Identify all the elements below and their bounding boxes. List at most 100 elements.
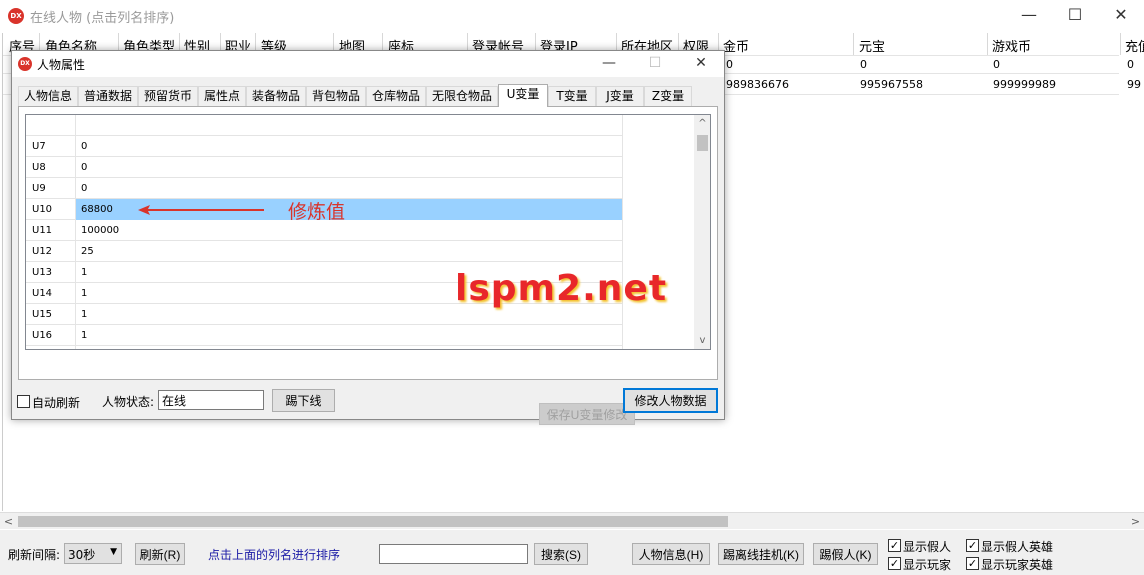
character-properties-dialog: DX 人物属性 — ☐ ✕ 人物信息 普通数据 预留货币 属性点 装备物品 背包…	[11, 50, 725, 425]
show-player-heroes-checkbox[interactable]: ✓	[966, 557, 979, 570]
horizontal-scrollbar[interactable]: < >	[0, 512, 1144, 529]
show-players-label: 显示玩家	[903, 558, 952, 572]
variable-name: U8	[32, 162, 46, 173]
column-header-game-coins[interactable]: 游戏币	[992, 36, 1031, 55]
scroll-up-icon[interactable]: ^	[694, 115, 710, 132]
refresh-button[interactable]: 刷新(R)	[135, 543, 185, 565]
column-header-gold[interactable]: 金币	[723, 36, 749, 55]
variable-value[interactable]: 1	[81, 267, 87, 278]
show-fake-heroes-label: 显示假人英雄	[981, 540, 1054, 554]
table-row[interactable]: U7 0	[26, 136, 622, 157]
show-fake-heroes-checkbox[interactable]: ✓	[966, 539, 979, 552]
show-fake-players-label: 显示假人	[903, 540, 952, 554]
cell-yuanbao: 0	[860, 58, 867, 71]
tab-attribute-points[interactable]: 属性点	[198, 86, 246, 106]
tab-t-variables[interactable]: T变量	[548, 86, 596, 106]
variable-name: U10	[32, 204, 53, 215]
bottom-toolbar: 刷新间隔: 30秒 ▼ 刷新(R) 点击上面的列名进行排序 搜索(S) 人物信息…	[0, 530, 1144, 575]
player-status-field[interactable]	[158, 390, 264, 410]
variable-value[interactable]: 0	[81, 183, 87, 194]
kick-offline-button[interactable]: 踢下线	[272, 389, 335, 412]
horizontal-scroll-thumb[interactable]	[18, 516, 728, 527]
cell-gold: 0	[726, 58, 733, 71]
player-status-label: 人物状态:	[102, 395, 155, 409]
variable-name: U7	[32, 141, 46, 152]
save-u-variables-button: 保存U变量修改	[539, 403, 635, 425]
table-row[interactable]: U12 25	[26, 241, 622, 262]
refresh-interval-select[interactable]: 30秒 ▼	[64, 543, 122, 564]
column-header-recharge[interactable]: 充值	[1125, 36, 1144, 55]
show-fake-players-checkbox[interactable]: ✓	[888, 539, 901, 552]
kick-offline-afk-button[interactable]: 踢离线挂机(K)	[718, 543, 804, 565]
variable-value[interactable]: 25	[81, 246, 94, 257]
scroll-left-icon[interactable]: <	[0, 513, 17, 530]
dialog-close-button[interactable]: ✕	[678, 51, 724, 77]
dialog-minimize-button[interactable]: —	[586, 51, 632, 77]
cell-recharge: 0	[1127, 58, 1134, 71]
sort-hint: 点击上面的列名进行排序	[208, 548, 341, 562]
u-variables-grid[interactable]: U7 0 U8 0 U9 0 U10 68800 U11 100000 U12 …	[25, 114, 711, 350]
app-icon: DX	[8, 8, 24, 24]
tab-backpack[interactable]: 背包物品	[306, 86, 366, 106]
variable-name: U12	[32, 246, 53, 257]
refresh-interval-label: 刷新间隔:	[8, 548, 61, 562]
tab-z-variables[interactable]: Z变量	[644, 86, 692, 106]
modify-player-data-button[interactable]: 修改人物数据	[623, 388, 718, 413]
watermark-logo: lspm2.net	[455, 268, 668, 309]
table-row[interactable]: U8 0	[26, 157, 622, 178]
dialog-title: 人物属性	[37, 58, 86, 72]
search-input[interactable]	[379, 544, 528, 564]
tab-reserved-currency[interactable]: 预留货币	[138, 86, 198, 106]
cell-game-coins: 0	[993, 58, 1000, 71]
player-info-button[interactable]: 人物信息(H)	[632, 543, 710, 565]
dialog-maximize-button: ☐	[648, 55, 662, 71]
scroll-right-icon[interactable]: >	[1127, 513, 1144, 530]
variable-name: U14	[32, 288, 53, 299]
annotation-arrow-icon	[138, 205, 264, 215]
u-variables-panel: U7 0 U8 0 U9 0 U10 68800 U11 100000 U12 …	[18, 106, 718, 425]
window-title: 在线人物 (点击列名排序)	[30, 11, 175, 26]
variable-value[interactable]: 0	[81, 162, 87, 173]
variable-name: U15	[32, 309, 53, 320]
variable-name: U9	[32, 183, 46, 194]
refresh-interval-value: 30秒	[68, 548, 96, 562]
cell-recharge: 99	[1127, 78, 1141, 91]
variable-value[interactable]: 1	[81, 288, 87, 299]
table-row[interactable]: U16 1	[26, 325, 622, 346]
variable-name: U11	[32, 225, 53, 236]
app-icon: DX	[18, 57, 32, 71]
table-row[interactable]: U9 0	[26, 178, 622, 199]
show-players-checkbox[interactable]: ✓	[888, 557, 901, 570]
tab-u-variables[interactable]: U变量	[498, 84, 548, 107]
tab-equipment[interactable]: 装备物品	[246, 86, 306, 106]
vertical-scrollbar[interactable]: ^ v	[694, 115, 710, 349]
variable-name: U13	[32, 267, 53, 278]
tab-j-variables[interactable]: J变量	[596, 86, 644, 106]
variable-value[interactable]: 1	[81, 309, 87, 320]
cell-gold: 989836676	[726, 78, 789, 91]
variable-value[interactable]: 1	[81, 330, 87, 341]
show-player-heroes-label: 显示玩家英雄	[981, 558, 1054, 572]
tab-warehouse[interactable]: 仓库物品	[366, 86, 426, 106]
column-header-yuanbao[interactable]: 元宝	[859, 36, 885, 55]
cell-game-coins: 999999989	[993, 78, 1056, 91]
variable-value[interactable]: 0	[81, 141, 87, 152]
maximize-button[interactable]: ☐	[1052, 0, 1098, 32]
tab-strip: 人物信息 普通数据 预留货币 属性点 装备物品 背包物品 仓库物品 无限仓物品 …	[18, 84, 718, 107]
scroll-down-icon[interactable]: v	[694, 332, 710, 349]
tab-common-data[interactable]: 普通数据	[78, 86, 138, 106]
search-button[interactable]: 搜索(S)	[534, 543, 588, 565]
variable-value[interactable]: 100000	[81, 225, 119, 236]
kick-fake-player-button[interactable]: 踢假人(K)	[813, 543, 878, 565]
tab-unlimited-warehouse[interactable]: 无限仓物品	[426, 86, 498, 106]
auto-refresh-label: 自动刷新	[32, 396, 81, 410]
auto-refresh-checkbox[interactable]	[17, 395, 30, 408]
cell-yuanbao: 995967558	[860, 78, 923, 91]
tab-player-info[interactable]: 人物信息	[18, 86, 78, 106]
chevron-down-icon: ▼	[110, 547, 117, 557]
dialog-titlebar: DX 人物属性 — ☐ ✕	[12, 51, 724, 77]
vertical-scroll-thumb[interactable]	[697, 135, 708, 151]
annotation-label: 修炼值	[288, 201, 346, 223]
minimize-button[interactable]: —	[1006, 0, 1052, 32]
close-button[interactable]: ✕	[1098, 0, 1144, 32]
